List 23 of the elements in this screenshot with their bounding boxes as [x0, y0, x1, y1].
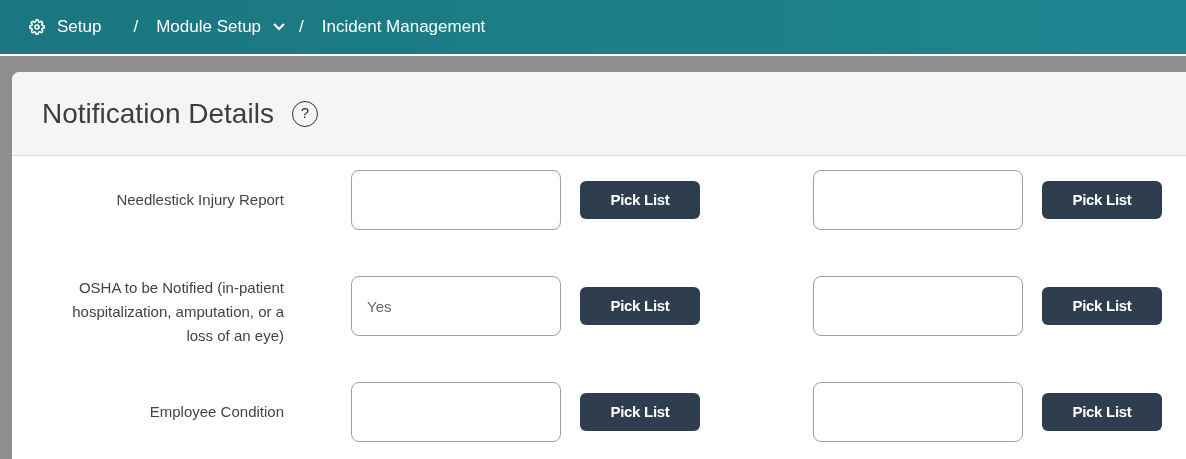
breadcrumb-link[interactable]: Setup	[29, 14, 102, 40]
breadcrumb-separator: /	[299, 16, 304, 39]
field-label: Needlestick Injury Report	[115, 190, 284, 210]
text-field[interactable]	[351, 170, 561, 230]
pick-list-button[interactable]: Pick List	[580, 393, 700, 431]
pick-list-button[interactable]: Pick List	[1042, 181, 1162, 219]
pick-list-button[interactable]: Pick List	[1042, 287, 1162, 325]
text-field[interactable]: Yes	[351, 276, 561, 336]
pick-list-button[interactable]: Pick List	[580, 181, 700, 219]
chevron-down-icon	[273, 23, 286, 31]
text-field[interactable]	[813, 170, 1023, 230]
breadcrumb-separator: /	[133, 16, 139, 39]
text-field[interactable]	[813, 276, 1023, 336]
gear-icon	[29, 19, 45, 35]
breadcrumb-dropdown[interactable]: Module Setup	[156, 14, 286, 40]
pick-list-button[interactable]: Pick List	[580, 287, 700, 325]
breadcrumb-current: Incident Management	[321, 16, 486, 39]
pick-list-button[interactable]: Pick List	[1042, 393, 1162, 431]
text-field[interactable]	[813, 382, 1023, 442]
field-label: OSHA to be Notified (in-patient hospitalization, amputation, or a loss of an eye)	[72, 278, 284, 346]
panel-title: Notification Details	[42, 96, 274, 131]
field-label: Employee Condition	[148, 402, 284, 422]
text-field[interactable]	[351, 382, 561, 442]
